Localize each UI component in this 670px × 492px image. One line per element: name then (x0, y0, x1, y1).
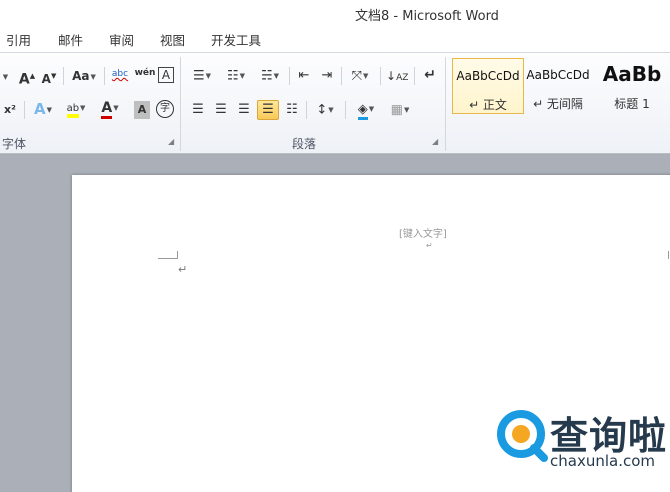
font-size-dropdown-icon[interactable]: ▼ (0, 67, 10, 85)
style-name: 标题 1 (614, 97, 650, 111)
tab-developer[interactable]: 开发工具 (211, 30, 261, 49)
separator (341, 67, 342, 85)
align-center-icon[interactable]: ☰ (211, 101, 231, 119)
tab-mailings[interactable]: 邮件 (58, 30, 83, 49)
header-paragraph-mark: ↵ (426, 241, 433, 250)
align-left-icon[interactable]: ☰ (188, 101, 208, 119)
line-spacing-icon[interactable]: ↕▼ (311, 101, 339, 119)
superscript-icon[interactable]: x² (2, 101, 18, 119)
font-dialog-launcher-icon[interactable]: ◢ (168, 137, 174, 146)
text-highlight-icon[interactable]: ab▼ (62, 99, 90, 118)
font-color-icon[interactable]: A▼ (96, 99, 124, 119)
style-sample: AaBb (602, 62, 662, 86)
align-right-icon[interactable]: ☰ (234, 101, 254, 119)
paragraph-dialog-launcher-icon[interactable]: ◢ (432, 137, 438, 146)
font-group-label: 字体 (2, 137, 27, 151)
separator (306, 101, 307, 119)
title-bar: 文档8 - Microsoft Word (0, 0, 670, 24)
decrease-indent-icon[interactable]: ⇤ (294, 67, 314, 85)
separator (63, 67, 64, 85)
tab-references[interactable]: 引用 (6, 30, 31, 49)
separator (345, 101, 346, 119)
justify-icon[interactable]: ☰ (257, 100, 279, 120)
paragraph-group-label: 段落 (292, 137, 317, 151)
group-separator (445, 57, 446, 151)
style-no-spacing[interactable]: AaBbCcDd ↵ 无间隔 (522, 58, 594, 114)
show-hide-marks-icon[interactable]: ↵ (420, 66, 440, 84)
change-case-icon[interactable]: Aa▼ (70, 67, 98, 85)
shading-icon[interactable]: ◈▼ (351, 100, 381, 120)
separator (414, 67, 415, 85)
grow-font-icon[interactable]: A▲ (18, 67, 36, 88)
text-effects-icon[interactable]: A▼ (30, 100, 56, 118)
chinese-layout-icon[interactable]: ⤧▼ (346, 67, 374, 85)
style-sample: AaBbCcDd (526, 68, 590, 82)
distributed-icon[interactable]: ☷ (282, 101, 302, 119)
bullets-icon[interactable]: ☰▼ (188, 67, 216, 85)
increase-indent-icon[interactable]: ⇥ (317, 67, 337, 85)
style-normal[interactable]: AaBbCcDd ↵ 正文 (452, 58, 524, 114)
character-border-icon[interactable]: A (158, 67, 174, 83)
tab-review[interactable]: 审阅 (109, 30, 134, 49)
header-placeholder[interactable]: [键入文字] (399, 225, 447, 240)
tab-view[interactable]: 视图 (160, 30, 185, 49)
character-shading-icon[interactable]: A (134, 101, 150, 119)
numbering-icon[interactable]: ☷▼ (222, 67, 250, 85)
style-heading-1[interactable]: AaBb 标题 1 (596, 58, 668, 114)
sort-icon[interactable]: ↓AZ (386, 67, 408, 85)
phonetic-guide-icon[interactable]: wén (134, 64, 156, 82)
separator (380, 67, 381, 85)
style-sample: AaBbCcDd (456, 69, 520, 83)
separator (104, 67, 105, 85)
ribbon: ▼ A▲ A▼ Aa▼ abc wén A x² A▼ ab▼ A▼ A 字 字… (0, 52, 670, 154)
separator (24, 101, 25, 119)
shrink-font-icon[interactable]: A▼ (40, 67, 58, 86)
window-title: 文档8 - Microsoft Word (355, 9, 499, 24)
group-separator (180, 57, 181, 151)
style-name: ↵ 无间隔 (533, 97, 583, 111)
margin-corner-marker (158, 251, 178, 259)
paragraph-mark: ↵ (178, 263, 188, 276)
ribbon-tabs: 引用 邮件 审阅 视图 开发工具 (0, 24, 670, 52)
style-name: ↵ 正文 (469, 98, 507, 112)
watermark-url: chaxunla.com (550, 452, 655, 470)
watermark-logo-icon (497, 410, 548, 462)
clear-formatting-icon[interactable]: abc (110, 65, 130, 83)
borders-icon[interactable]: ▦▼ (386, 101, 414, 119)
multilevel-list-icon[interactable]: ☵▼ (256, 67, 284, 85)
enclose-characters-icon[interactable]: 字 (156, 100, 174, 118)
separator (289, 67, 290, 85)
